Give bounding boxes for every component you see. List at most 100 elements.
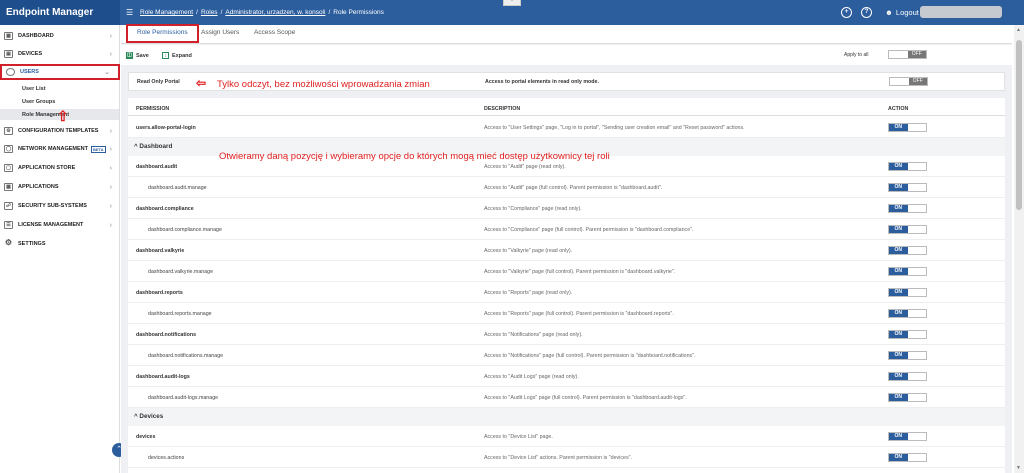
tab-role-permissions[interactable]: Role Permissions	[126, 24, 199, 43]
expand-button[interactable]: ↕ Expand	[162, 52, 192, 59]
toggle-on-label: ON	[889, 205, 908, 212]
breadcrumb-separator: /	[220, 9, 223, 16]
tab-bar: Role Permissions Assign Users Access Sco…	[121, 24, 1012, 44]
toggle-knob	[907, 331, 926, 338]
permission-description: Access to "Device List" actions. Parent …	[484, 455, 632, 461]
toggle-knob	[907, 352, 926, 359]
gear-icon: ⚙	[4, 238, 13, 247]
breadcrumb-current: Role Permissions	[333, 9, 384, 16]
sidebar-item-security-sub-systems[interactable]: ☍ SECURITY SUB-SYSTEMS ›	[0, 197, 120, 215]
toggle-on-label: ON	[889, 268, 908, 275]
scrollbar[interactable]: ▲ ▼	[1014, 25, 1024, 473]
toggle-on-label: ON	[889, 184, 908, 191]
group-header[interactable]: ^ Devices	[128, 408, 1005, 426]
scroll-thumb[interactable]	[1016, 40, 1022, 210]
toggle-on-label: ON	[889, 289, 908, 296]
table-row: dashboard.reports Access to "Reports" pag…	[128, 282, 1005, 303]
toggle-on-label: ON	[889, 454, 908, 461]
save-icon: ◫	[126, 52, 133, 59]
toggle-on-label: ON	[889, 124, 908, 131]
permission-name: dashboard.reports	[136, 290, 183, 296]
permission-toggle[interactable]: ON	[888, 393, 927, 402]
username-redacted	[920, 6, 1002, 18]
sidebar-sub-user-list[interactable]: User List	[22, 86, 46, 92]
logout-label: Logout	[895, 8, 919, 17]
permission-toggle[interactable]: ON	[888, 453, 927, 462]
apply-to-all-label: Apply to all	[844, 52, 869, 58]
permission-description: Access to "Reports" page (full control).…	[484, 311, 674, 317]
sidebar-item-application-store[interactable]: ▢ APPLICATION STORE ›	[0, 159, 120, 177]
sidebar-item-devices[interactable]: ▣ DEVICES ›	[0, 45, 120, 63]
permission-toggle[interactable]: ON	[888, 225, 927, 234]
permission-toggle[interactable]: ON	[888, 123, 927, 132]
scroll-up-icon[interactable]: ▲	[1016, 27, 1021, 33]
collapse-header-button[interactable]: ⌃	[503, 0, 521, 6]
toggle-knob	[907, 163, 926, 170]
permission-toggle[interactable]: ON	[888, 372, 927, 381]
user-icon	[6, 68, 15, 76]
tab-access-scope[interactable]: Access Scope	[254, 29, 295, 36]
permission-toggle[interactable]: ON	[888, 309, 927, 318]
permission-toggle[interactable]: ON	[888, 162, 927, 171]
scroll-down-icon[interactable]: ▼	[1016, 465, 1021, 471]
top-bar: Endpoint Manager ☰ Role Management / Rol…	[0, 0, 1024, 25]
sidebar-sub-user-groups[interactable]: User Groups	[22, 99, 55, 105]
permission-toggle[interactable]: ON	[888, 288, 927, 297]
permission-toggle[interactable]: ON	[888, 204, 927, 213]
permission-description: Access to "Compliance" page (full contro…	[484, 227, 694, 233]
annotation-readonly-note: Tylko odczyt, bez możliwości wprowadzani…	[217, 79, 430, 90]
permission-toggle[interactable]: ON	[888, 432, 927, 441]
permission-name: dashboard.reports.manage	[148, 311, 212, 317]
permission-name: dashboard.compliance.manage	[148, 227, 222, 233]
permission-toggle[interactable]: ON	[888, 246, 927, 255]
logout-button[interactable]: ☻ Logout	[885, 8, 919, 17]
permission-name: dashboard.valkyrie.manage	[148, 269, 214, 275]
beta-badge: BETA	[90, 145, 106, 153]
permission-toggle[interactable]: ON	[888, 267, 927, 276]
main-content: Role Permissions Assign Users Access Sco…	[121, 24, 1012, 473]
read-only-portal-desc: Access to portal elements in read only m…	[485, 79, 599, 85]
permission-description: Access to "Notifications" page (full con…	[484, 353, 696, 359]
sidebar-item-dashboard[interactable]: ▦ DASHBOARD ›	[0, 27, 120, 45]
sidebar-item-settings[interactable]: ⚙ SETTINGS	[0, 235, 120, 253]
save-button[interactable]: ◫ Save	[126, 52, 149, 59]
permission-description: Access to "Valkyrie" page (read only).	[484, 248, 573, 254]
breadcrumb-roles[interactable]: Roles	[201, 9, 218, 16]
breadcrumb-role[interactable]: Administrator, urzadzen, w. konsoli	[225, 9, 325, 16]
header-description: DESCRIPTION	[484, 106, 521, 112]
toggle-on-label: ON	[889, 394, 908, 401]
table-row: users.allow-portal-login Access to "User …	[128, 117, 1005, 138]
sidebar-item-network-management[interactable]: ◯ NETWORK MANAGEMENT BETA ›	[0, 140, 120, 158]
header-permission: PERMISSION	[136, 106, 170, 112]
breadcrumb-role-management[interactable]: Role Management	[140, 9, 193, 16]
sidebar-item-users[interactable]: USERS ⌄	[0, 64, 120, 80]
toggle-on-label: ON	[889, 310, 908, 317]
sidebar-item-license-management[interactable]: ☰ LICENSE MANAGEMENT ›	[0, 216, 120, 234]
permission-toggle[interactable]: ON	[888, 351, 927, 360]
toggle-knob	[907, 310, 926, 317]
permission-name: dashboard.audit	[136, 164, 178, 170]
permission-name: dashboard.compliance	[136, 206, 194, 212]
permission-description: Access to "User Settings" page, "Log in …	[484, 125, 745, 131]
permission-description: Access to "Compliance" page (read only).	[484, 206, 582, 212]
menu-icon[interactable]: ☰	[126, 8, 133, 17]
user-icon: ☻	[885, 8, 893, 17]
permission-description: Access to "Audit" page (full control). P…	[484, 185, 663, 191]
read-only-portal-toggle[interactable]: OFF	[889, 77, 928, 86]
help-icon[interactable]: ?	[861, 7, 872, 18]
store-icon: ▢	[4, 164, 13, 172]
apps-icon: ▦	[4, 183, 13, 191]
permission-toggle[interactable]: ON	[888, 183, 927, 192]
table-row: dashboard.reports.manage Access to "Repor…	[128, 303, 1005, 324]
toolbar: ◫ Save ↕ Expand Apply to all OFF	[121, 45, 1012, 65]
breadcrumb-separator: /	[328, 9, 331, 16]
toggle-knob	[907, 184, 926, 191]
tab-assign-users[interactable]: Assign Users	[201, 29, 239, 36]
toggle-knob	[907, 373, 926, 380]
apply-to-all-toggle[interactable]: OFF	[888, 50, 927, 59]
sidebar-item-applications[interactable]: ▦ APPLICATIONS ›	[0, 178, 120, 196]
add-icon[interactable]: +	[841, 7, 852, 18]
table-header: PERMISSION DESCRIPTION ACTION	[128, 98, 1005, 116]
permission-toggle[interactable]: ON	[888, 330, 927, 339]
annotation-arrow-up-icon: ⇧	[57, 108, 69, 124]
